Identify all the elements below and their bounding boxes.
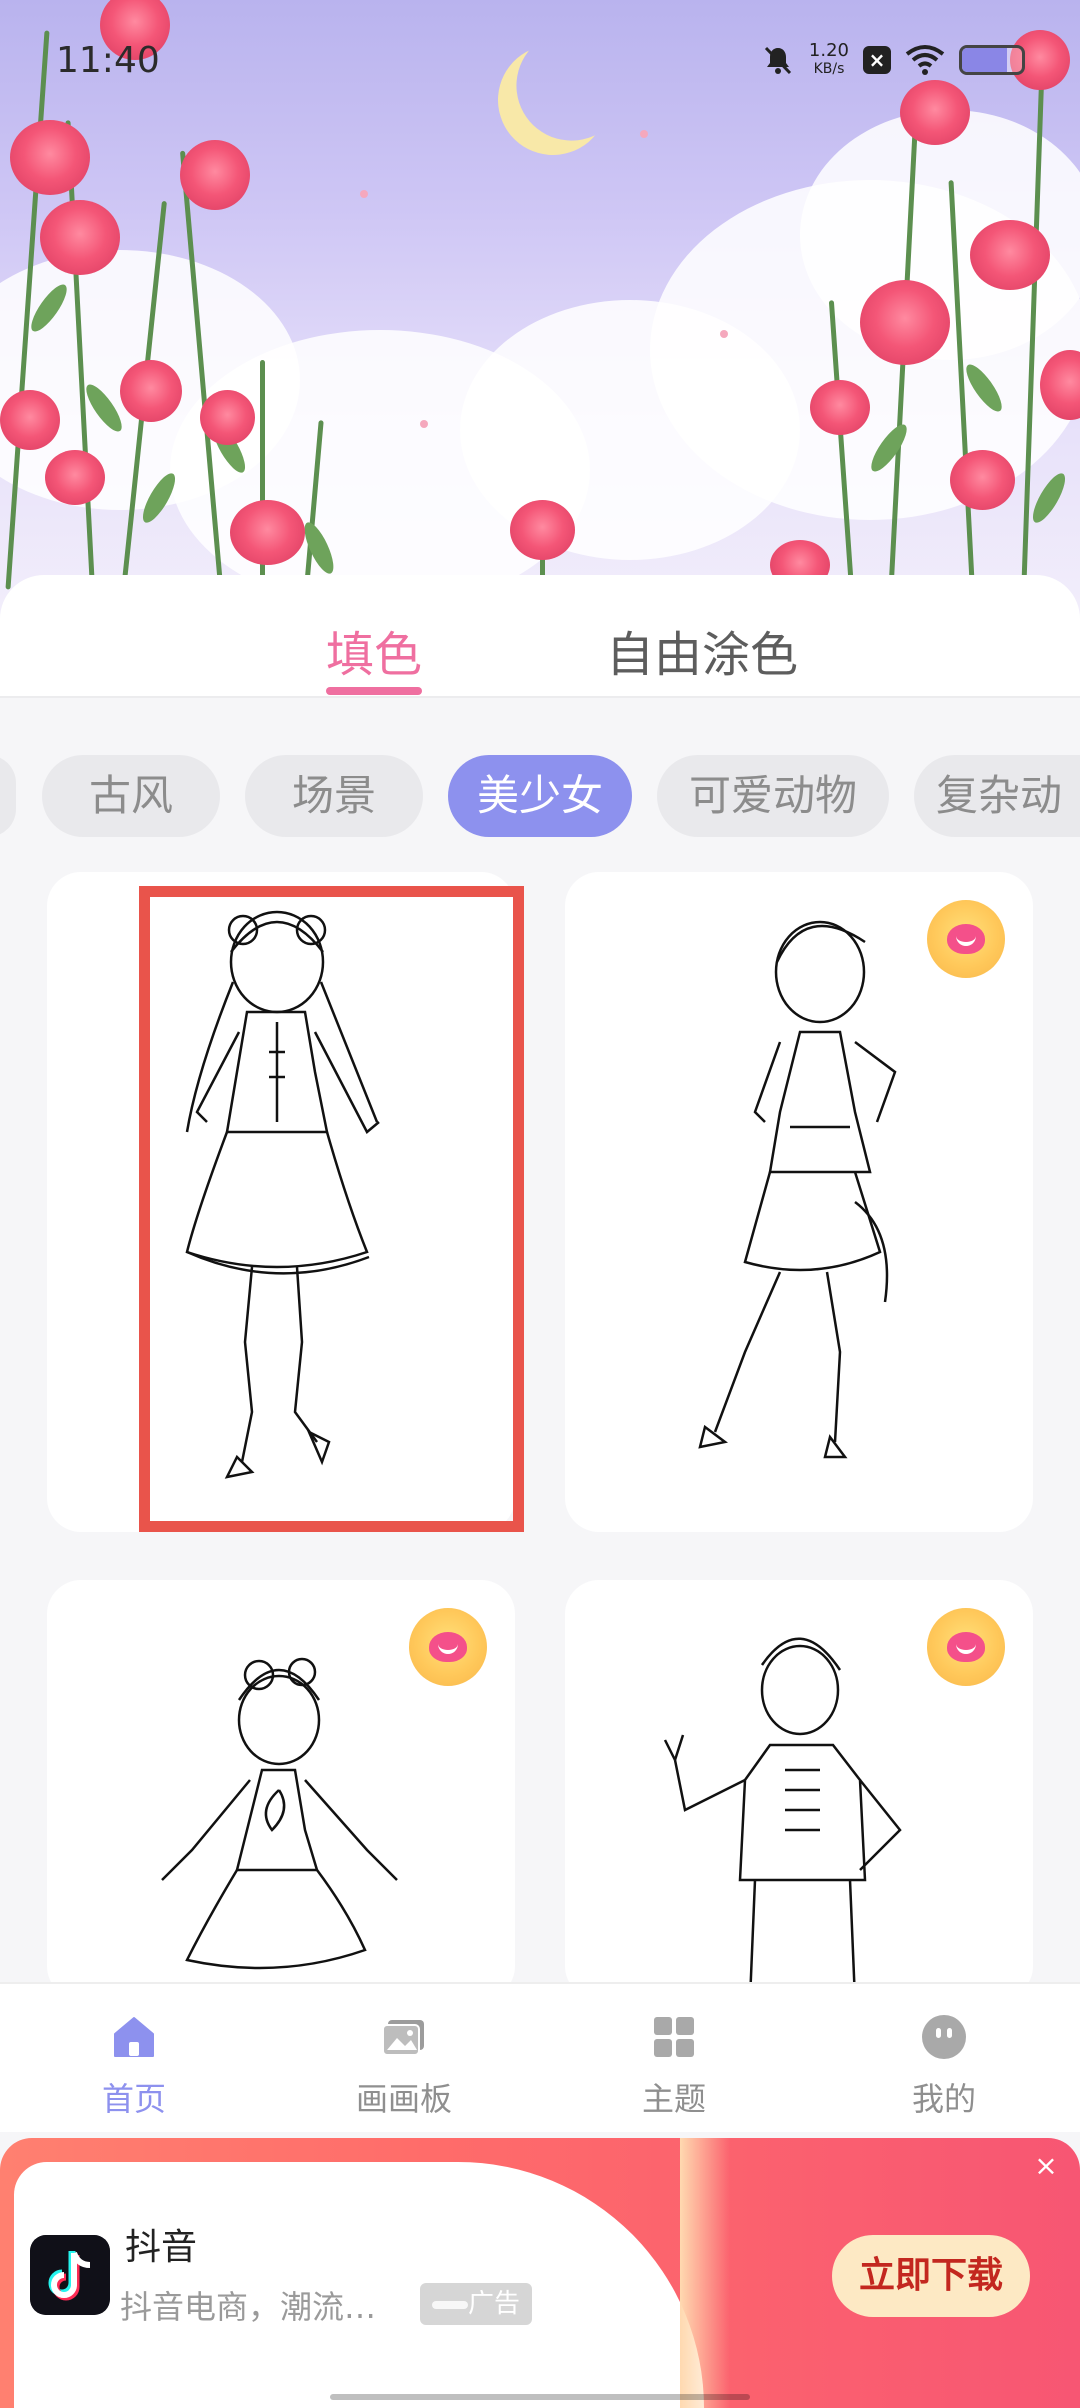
nav-theme-label: 主题 [641, 2080, 706, 2118]
profile-icon [922, 2015, 966, 2059]
network-speed-value: 1.20 [808, 40, 849, 61]
tab-free-paint[interactable]: 自由涂色 [606, 615, 798, 685]
mode-tabs: 填色 自由涂色 [0, 575, 1080, 698]
chip-partial[interactable] [0, 755, 16, 837]
ad-description: 抖音电商，潮流… [120, 2288, 377, 2326]
network-speed-unit: KB/s [813, 61, 845, 77]
category-chips: 古风 场景 美少女 可爱动物 复杂动 [0, 755, 1080, 841]
active-tab-indicator [326, 687, 422, 695]
tiktok-icon [30, 2235, 110, 2315]
nav-profile-label: 我的 [911, 2080, 976, 2118]
heart-icon [429, 1632, 467, 1662]
battery-level [962, 48, 1007, 72]
chip-cute-animals[interactable]: 可爱动物 [657, 755, 889, 837]
chip-pretty-girl[interactable]: 美少女 [448, 755, 632, 837]
status-time: 11:40 [56, 40, 160, 81]
coloring-card[interactable] [47, 1580, 515, 1985]
nav-drawing-board-label: 画画板 [355, 2080, 452, 2118]
bell-muted-icon [764, 46, 792, 75]
close-icon[interactable]: × [1032, 2152, 1060, 2180]
coloring-card[interactable] [565, 872, 1033, 1532]
premium-badge-icon [409, 1608, 487, 1686]
home-indicator [330, 2394, 750, 2400]
status-icons: 1.20 KB/s × [761, 42, 1025, 78]
nav-theme[interactable]: 主题 [584, 2012, 764, 2120]
status-bar: 11:40 1.20 KB/s × [0, 0, 1080, 110]
network-speed: 1.20 KB/s [809, 42, 849, 78]
heart-icon [947, 1632, 985, 1662]
nav-drawing-board[interactable]: 画画板 [314, 2012, 494, 2120]
chip-complex-animals[interactable]: 复杂动 [914, 755, 1080, 837]
nav-home[interactable]: 首页 [44, 2012, 224, 2120]
premium-badge-icon [927, 1608, 1005, 1686]
premium-badge-icon [927, 900, 1005, 978]
ad-label: 广告 [420, 2283, 532, 2325]
home-icon [114, 2017, 154, 2057]
download-button[interactable]: 立即下载 [832, 2235, 1030, 2317]
nav-home-label: 首页 [101, 2080, 166, 2118]
x-notification-icon: × [863, 46, 891, 74]
coloring-card[interactable] [565, 1580, 1033, 1985]
ad-banner[interactable]: 抖音 抖音电商，潮流… 广告 立即下载 × [0, 2138, 1080, 2408]
chip-ancient-style[interactable]: 古风 [42, 755, 220, 837]
tab-fill-color[interactable]: 填色 [326, 615, 422, 685]
wifi-icon [905, 45, 945, 75]
gallery-icon [382, 2020, 424, 2056]
grid-icon [654, 2017, 694, 2057]
selection-highlight [139, 886, 524, 1532]
bottom-navigation: 首页 画画板 主题 我的 [0, 1982, 1080, 2132]
heart-icon [947, 924, 985, 954]
nav-profile[interactable]: 我的 [854, 2012, 1034, 2120]
chip-scene[interactable]: 场景 [245, 755, 423, 837]
battery-icon [959, 45, 1025, 75]
ad-app-name: 抖音 [125, 2227, 198, 2268]
ad-glow [680, 2138, 730, 2408]
